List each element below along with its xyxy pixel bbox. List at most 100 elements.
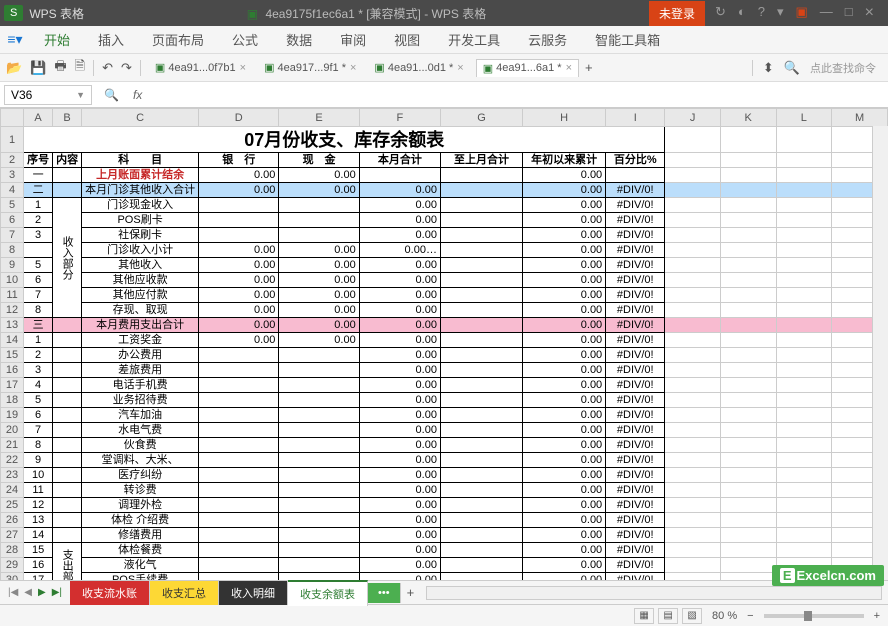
- row-header[interactable]: 24: [1, 483, 24, 498]
- row-header[interactable]: 25: [1, 498, 24, 513]
- cell[interactable]: 0.00: [359, 363, 440, 378]
- cell[interactable]: [199, 228, 279, 243]
- cell[interactable]: [279, 498, 359, 513]
- fx-label[interactable]: fx: [127, 88, 148, 102]
- page-layout-view-icon[interactable]: ▤: [658, 608, 678, 624]
- ribbon-toggle-icon[interactable]: ▣: [796, 4, 808, 22]
- cell[interactable]: 0.00: [199, 258, 279, 273]
- page-break-view-icon[interactable]: ▧: [682, 608, 702, 624]
- close-tab-icon[interactable]: ×: [457, 62, 463, 74]
- zoom-level[interactable]: 80 %: [712, 610, 737, 622]
- cell[interactable]: 2: [24, 348, 53, 363]
- cell[interactable]: 差旅费用: [82, 363, 199, 378]
- cell[interactable]: 电话手机费: [82, 378, 199, 393]
- cell[interactable]: 2: [24, 213, 53, 228]
- more-sheets-button[interactable]: •••: [368, 583, 401, 603]
- cell[interactable]: [199, 453, 279, 468]
- cell[interactable]: 16: [24, 558, 53, 573]
- cell[interactable]: POS手续费: [82, 573, 199, 581]
- cell[interactable]: 0.00: [359, 498, 440, 513]
- cell[interactable]: 0.00: [523, 393, 606, 408]
- cell[interactable]: [199, 528, 279, 543]
- cell[interactable]: 0.00: [199, 168, 279, 183]
- cell[interactable]: 业务招待费: [82, 393, 199, 408]
- cell[interactable]: [279, 438, 359, 453]
- cell[interactable]: #DIV/0!: [606, 213, 665, 228]
- zoom-in-icon[interactable]: +: [874, 610, 880, 622]
- cell[interactable]: [440, 243, 522, 258]
- name-box[interactable]: V36 ▼: [4, 85, 92, 105]
- cell[interactable]: [199, 198, 279, 213]
- search-icon[interactable]: 🔍: [784, 60, 800, 76]
- menu-review[interactable]: 审阅: [326, 30, 380, 49]
- cell[interactable]: 0.00: [359, 333, 440, 348]
- cell[interactable]: 0.00: [279, 183, 359, 198]
- cell[interactable]: 0.00: [523, 483, 606, 498]
- row-header[interactable]: 16: [1, 363, 24, 378]
- column-header[interactable]: J: [665, 109, 721, 127]
- cell[interactable]: 0.00: [359, 423, 440, 438]
- row-header[interactable]: 3: [1, 168, 24, 183]
- spreadsheet-grid[interactable]: ABCDEFGHIJKLM107月份收支、库存余额表2 序号 内容 科 目 银 …: [0, 108, 888, 580]
- cell[interactable]: 其他收入: [82, 258, 199, 273]
- menu-view[interactable]: 视图: [380, 30, 434, 49]
- skin-icon[interactable]: ◐: [738, 4, 746, 22]
- cell[interactable]: POS刷卡: [82, 213, 199, 228]
- cell[interactable]: 0.00: [359, 468, 440, 483]
- vertical-scrollbar[interactable]: [872, 126, 888, 580]
- menu-smart-toolbox[interactable]: 智能工具箱: [581, 30, 674, 49]
- menu-start[interactable]: 开始: [30, 30, 84, 49]
- cell[interactable]: [440, 348, 522, 363]
- login-status-button[interactable]: 未登录: [649, 1, 705, 26]
- cell[interactable]: #DIV/0!: [606, 468, 665, 483]
- cell[interactable]: 体检 介绍费: [82, 513, 199, 528]
- cell[interactable]: 0.00: [199, 288, 279, 303]
- prev-sheet-icon[interactable]: ◀: [22, 587, 34, 598]
- cell[interactable]: [440, 543, 522, 558]
- cell[interactable]: [279, 453, 359, 468]
- cell[interactable]: 0.00: [279, 273, 359, 288]
- cell[interactable]: [279, 468, 359, 483]
- cell[interactable]: #DIV/0!: [606, 243, 665, 258]
- cell[interactable]: 0.00…: [359, 243, 440, 258]
- cell[interactable]: 0.00: [523, 348, 606, 363]
- row-header[interactable]: 4: [1, 183, 24, 198]
- cell[interactable]: 医疗纠纷: [82, 468, 199, 483]
- cell[interactable]: 0.00: [359, 558, 440, 573]
- cell[interactable]: 0.00: [359, 348, 440, 363]
- cell[interactable]: 三: [24, 318, 53, 333]
- doc-tab[interactable]: ▣4ea91...0d1 *×: [368, 59, 469, 76]
- cell[interactable]: [440, 198, 522, 213]
- open-icon[interactable]: 📂: [6, 60, 22, 76]
- cell[interactable]: 0.00: [199, 183, 279, 198]
- cell[interactable]: 本月费用支出合计: [82, 318, 199, 333]
- cell[interactable]: 0.00: [359, 483, 440, 498]
- row-header[interactable]: 12: [1, 303, 24, 318]
- close-tab-icon[interactable]: ×: [240, 62, 246, 74]
- column-header[interactable]: I: [606, 109, 665, 127]
- cell[interactable]: 0.00: [523, 333, 606, 348]
- cell[interactable]: 0.00: [359, 303, 440, 318]
- cell[interactable]: 10: [24, 468, 53, 483]
- cell[interactable]: 0.00: [199, 303, 279, 318]
- cell[interactable]: [440, 483, 522, 498]
- cell[interactable]: [199, 408, 279, 423]
- doc-tab-active[interactable]: ▣4ea91...6a1 *×: [476, 59, 579, 77]
- cell[interactable]: 5: [24, 393, 53, 408]
- cell[interactable]: 转诊费: [82, 483, 199, 498]
- cell[interactable]: [279, 228, 359, 243]
- cell[interactable]: 0.00: [359, 378, 440, 393]
- cell[interactable]: #DIV/0!: [606, 483, 665, 498]
- cell[interactable]: [440, 273, 522, 288]
- cell[interactable]: [24, 243, 53, 258]
- cell[interactable]: [440, 393, 522, 408]
- zoom-slider[interactable]: [764, 614, 864, 618]
- cell[interactable]: [199, 468, 279, 483]
- cell[interactable]: [440, 303, 522, 318]
- cell[interactable]: #DIV/0!: [606, 393, 665, 408]
- cell[interactable]: 0.00: [523, 183, 606, 198]
- cell[interactable]: #DIV/0!: [606, 528, 665, 543]
- last-sheet-icon[interactable]: ▶|: [50, 587, 64, 598]
- new-tab-icon[interactable]: +: [585, 60, 593, 75]
- column-header[interactable]: D: [199, 109, 279, 127]
